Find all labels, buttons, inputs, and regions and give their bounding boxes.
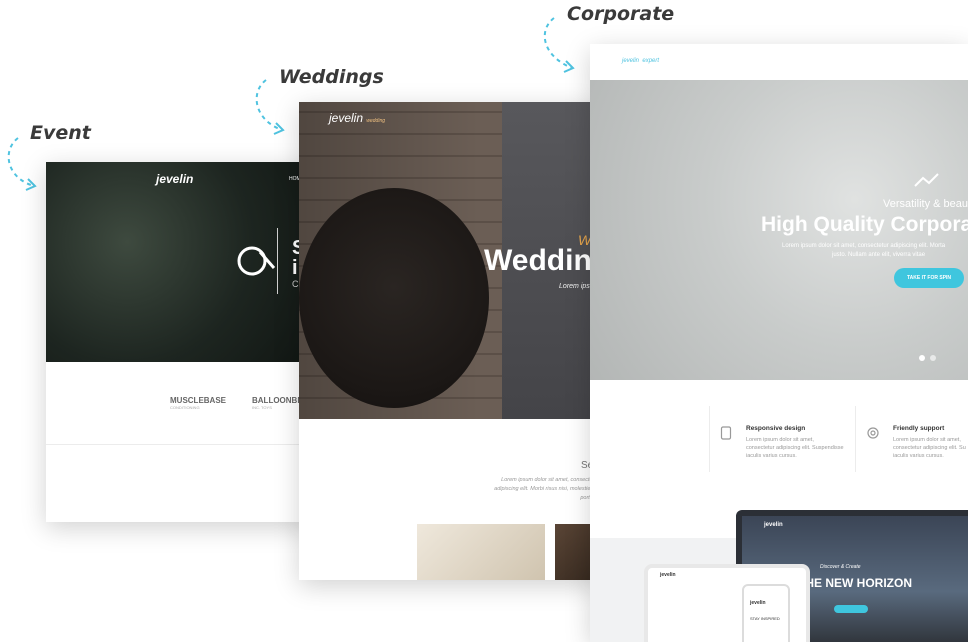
event-hero-subtitle: C xyxy=(292,279,299,289)
desktop-kicker: Discover & Create xyxy=(820,564,861,570)
phone-tagline: STAY INSPIRED xyxy=(750,616,780,621)
event-hero-divider xyxy=(277,228,278,294)
event-divider xyxy=(46,444,316,445)
corporate-hero-text-line2: justo. Nullam ante elit, viverra vitae xyxy=(832,252,926,258)
desktop-title: THE NEW HORIZON xyxy=(798,576,912,590)
phone-mockup xyxy=(742,584,790,642)
feature-text-responsive-line1: Lorem ipsum dolor sit amet, xyxy=(746,437,814,443)
feature-text-support: Lorem ipsum dolor sit amet, consectetur … xyxy=(893,436,966,460)
label-weddings: Weddings xyxy=(279,66,384,88)
corporate-logo-tag: expert xyxy=(642,58,660,64)
phone-logo: jevelin xyxy=(750,600,766,606)
label-corporate: Corporate xyxy=(567,3,675,25)
brand-musclebase: MUSCLEBASE CONDITIONING xyxy=(170,396,226,410)
gear-icon xyxy=(867,427,879,439)
wedding-logo-tag: wedding xyxy=(366,118,386,124)
feature-text-support-line3: iaculis varius cursus. xyxy=(893,453,944,459)
corporate-hero-text-line1: Lorem ipsum dolor sit amet, consectetur … xyxy=(782,243,946,249)
slider-dot-2[interactable] xyxy=(930,355,936,361)
feature-separator-2 xyxy=(855,406,856,472)
arrow-weddings-icon xyxy=(255,79,285,135)
feature-text-support-line1: Lorem ipsum dolor sit amet, xyxy=(893,437,961,443)
wedding-hero-title: Weddin xyxy=(484,244,592,277)
wedding-section-text: Lorem ipsum dolor sit amet, consectetur … xyxy=(494,477,599,501)
event-demo-card[interactable]: jevelin HOME S i C MUSCLEBASE CONDITIONI… xyxy=(46,162,316,522)
feature-text-responsive-line3: iaculis varius cursus. xyxy=(746,453,797,459)
feature-text-responsive-line2: consectetur adipiscing elit. Suspendisse xyxy=(746,445,844,451)
wedding-logo-text: jevelin xyxy=(329,111,364,125)
take-it-for-spin-button[interactable]: TAKE IT FOR SPIN xyxy=(894,268,964,288)
wedding-demo-card[interactable]: jevelin wedding W Weddin Lorem ipsum dol… xyxy=(299,102,599,580)
corporate-hero-title: High Quality Corpora xyxy=(761,213,968,236)
desktop-logo: jevelin xyxy=(764,522,783,528)
feature-text-support-line2: consectetur adipiscing elit. Su xyxy=(893,445,966,451)
infinity-loop-icon xyxy=(237,246,276,276)
slider-dot-1[interactable] xyxy=(919,355,925,361)
wedding-bride-image xyxy=(299,188,489,408)
corporate-hero-kicker: Versatility & beaut xyxy=(883,198,968,210)
wedding-logo[interactable]: jevelin wedding xyxy=(329,111,385,125)
trend-chart-icon xyxy=(914,173,939,187)
event-hero-line2: i xyxy=(292,257,298,279)
feature-title-responsive: Responsive design xyxy=(746,425,806,432)
brand-musclebase-tag: CONDITIONING xyxy=(170,405,200,410)
arrow-corporate-icon xyxy=(543,17,575,73)
tablet-icon xyxy=(720,426,732,440)
tablet-logo: jevelin xyxy=(660,572,676,578)
corporate-hero-text: Lorem ipsum dolor sit amet, consectetur … xyxy=(782,242,945,260)
corporate-logo[interactable]: jevelin expert xyxy=(622,51,659,65)
corporate-logo-text: jevelin xyxy=(622,58,640,64)
feature-title-support: Friendly support xyxy=(893,425,945,432)
feature-separator-1 xyxy=(709,406,710,472)
brand-musclebase-name: MUSCLEBASE xyxy=(170,396,227,405)
desktop-cta-button xyxy=(834,605,868,613)
event-logo[interactable]: jevelin xyxy=(156,172,193,186)
corporate-demo-card[interactable]: jevelin expert Versatility & beaut High … xyxy=(590,44,968,642)
arrow-event-icon xyxy=(7,137,37,191)
feature-text-responsive: Lorem ipsum dolor sit amet, consectetur … xyxy=(746,436,844,460)
wedding-rings-image[interactable] xyxy=(417,524,545,580)
